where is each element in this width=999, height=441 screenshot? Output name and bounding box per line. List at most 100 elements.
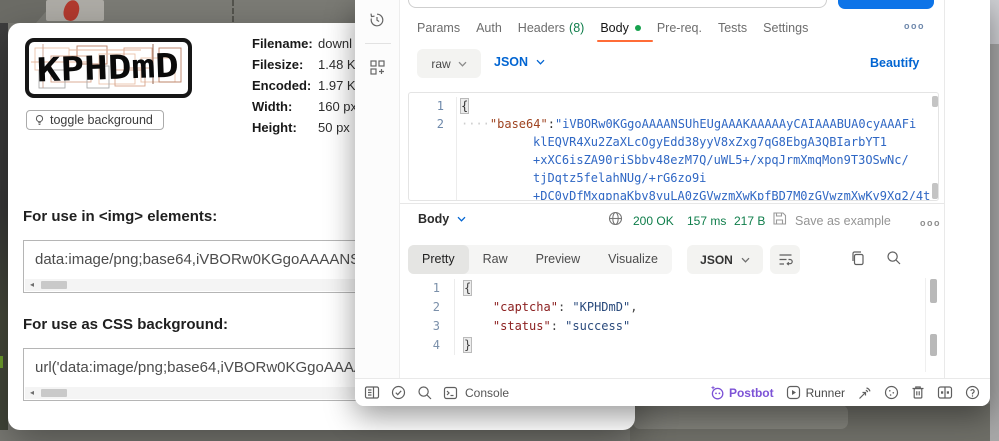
code-line: 1{	[409, 97, 938, 115]
json-key: "status"	[493, 319, 551, 333]
search-icon[interactable]	[886, 250, 901, 265]
new-grid-icon[interactable]	[369, 59, 386, 76]
response-pane-dropdown[interactable]: Body	[418, 212, 466, 226]
editor-scrollbar-thumb[interactable]	[932, 183, 938, 199]
response-scrollbar-thumb[interactable]	[930, 334, 937, 356]
meta-row: Filename:downl	[252, 36, 357, 50]
sidebar-toggle-icon[interactable]	[364, 385, 380, 400]
body-type-label: raw	[431, 57, 450, 71]
json-string: klEQVR4Xu2ZaXLcOgyEdd38yyV8xZxg7qG8EbgA3…	[533, 135, 887, 149]
line-number: 1	[409, 97, 457, 115]
body-format-dropdown[interactable]: JSON	[494, 55, 545, 69]
brace: {	[464, 281, 471, 295]
body-type-dropdown[interactable]: raw	[417, 49, 481, 78]
more-options-icon[interactable]: ooo	[904, 21, 925, 31]
backdrop-dashed-line	[232, 0, 234, 22]
chevron-down-icon	[536, 59, 545, 65]
chevron-down-icon	[741, 257, 750, 263]
right-gutter-divider	[944, 0, 945, 378]
view-tab-visualize[interactable]: Visualize	[594, 245, 672, 274]
response-status-badge[interactable]: 200 OK	[633, 214, 674, 228]
img-section-heading: For use in <img> elements:	[23, 208, 217, 225]
wrap-text-button[interactable]	[770, 245, 800, 274]
scrollbar-thumb[interactable]	[41, 389, 67, 397]
chevron-down-icon	[458, 61, 467, 67]
meta-value: downl	[318, 36, 352, 50]
response-more-options-icon[interactable]: ooo	[920, 218, 941, 228]
page-scrollbar[interactable]	[990, 0, 999, 441]
capture-requests-icon[interactable]	[857, 385, 872, 400]
response-format-dropdown[interactable]: JSON	[687, 245, 763, 274]
json-string: +DC0vDfMxgpnaKbv8yuLA0zGVwzmXwKpfBD7M0zG…	[533, 189, 930, 201]
meta-value: 160 px	[318, 99, 357, 113]
meta-value: 1.97 K	[318, 78, 356, 92]
cookies-icon[interactable]	[884, 385, 899, 400]
line-number	[409, 169, 457, 187]
send-button[interactable]	[838, 0, 934, 9]
page-scrollbar-thumb[interactable]	[990, 44, 999, 441]
meta-label: Filename:	[252, 36, 318, 50]
editor-scrollbar-thumb[interactable]	[932, 96, 938, 107]
response-time-badge[interactable]: 157 ms	[687, 214, 726, 228]
search-icon[interactable]	[417, 385, 432, 400]
save-as-example-button[interactable]: Save as example	[795, 214, 891, 228]
runner-label: Runner	[806, 386, 845, 400]
captcha-image: KPHDmD	[25, 38, 192, 98]
code-line-wrapped: tjDqtz5felahNUg/+rG6zo9i	[409, 169, 938, 187]
history-icon[interactable]	[368, 11, 386, 29]
tab-headers[interactable]: Headers(8)	[518, 21, 585, 35]
body-format-label: JSON	[494, 55, 528, 69]
meta-value: 1.48 K	[318, 57, 356, 71]
view-tab-pretty[interactable]: Pretty	[408, 245, 469, 274]
scroll-left-arrow-icon[interactable]: ◂	[25, 387, 39, 399]
code-line: 1{	[408, 279, 637, 298]
scroll-left-arrow-icon[interactable]: ◂	[25, 279, 39, 291]
code-line-wrapped: klEQVR4Xu2ZaXLcOgyEdd38yyV8xZxg7qG8EbgA3…	[409, 133, 938, 151]
response-pane-label: Body	[418, 212, 449, 226]
response-body-viewer[interactable]: 1{ 2 "captcha": "KPHDmD", 3 "status": "s…	[408, 279, 637, 355]
colon: :	[551, 319, 565, 333]
view-tab-preview[interactable]: Preview	[522, 245, 594, 274]
tab-params[interactable]: Params	[417, 21, 460, 35]
response-scrollbar-track[interactable]	[925, 278, 926, 372]
checks-icon[interactable]	[391, 385, 406, 400]
response-size-badge[interactable]: 217 B	[734, 214, 765, 228]
scrollbar-thumb[interactable]	[41, 281, 67, 289]
meta-label: Width:	[252, 99, 318, 113]
code-line: 3 "status": "success"	[408, 317, 637, 336]
response-scrollbar-thumb[interactable]	[930, 279, 937, 303]
trash-icon[interactable]	[911, 385, 925, 400]
tab-body[interactable]: Body	[600, 21, 641, 35]
postman-window: Params Auth Headers(8) Body Pre-req. Tes…	[355, 0, 990, 406]
line-number	[409, 187, 457, 201]
tab-tests[interactable]: Tests	[718, 21, 747, 35]
tab-auth[interactable]: Auth	[476, 21, 502, 35]
beautify-link[interactable]: Beautify	[870, 56, 919, 70]
tab-body-label: Body	[600, 21, 629, 35]
tab-pre-request[interactable]: Pre-req.	[657, 21, 702, 35]
console-icon[interactable]	[443, 386, 458, 400]
captcha-distortion-art: KPHDmD	[29, 42, 188, 94]
colon: :	[558, 300, 572, 314]
toggle-background-button[interactable]: toggle background	[26, 110, 164, 130]
runner-icon	[786, 385, 801, 400]
copy-icon[interactable]	[850, 250, 865, 266]
network-globe-icon	[608, 211, 623, 226]
runner-button[interactable]: Runner	[786, 385, 845, 400]
line-number: 1	[408, 279, 455, 298]
help-icon[interactable]	[965, 385, 980, 400]
code-line: 2 "captcha": "KPHDmD",	[408, 298, 637, 317]
postbot-button[interactable]: Postbot	[709, 385, 774, 400]
code-line-wrapped: +DC0vDfMxgpnaKbv8yuLA0zGVwzmXwKpfBD7M0zG…	[409, 187, 938, 201]
brace: }	[464, 338, 471, 352]
backdrop-left-strip	[0, 23, 8, 430]
split-panes-icon[interactable]	[937, 385, 953, 400]
view-tab-raw[interactable]: Raw	[469, 245, 522, 274]
request-url-input[interactable]	[408, 0, 827, 8]
tab-settings[interactable]: Settings	[763, 21, 808, 35]
request-body-editor[interactable]: 1{ 2····"base64":"iVBORw0KGgoAAAANSUhEUg…	[408, 92, 939, 201]
console-button[interactable]: Console	[465, 386, 509, 400]
line-number: 2	[408, 298, 455, 317]
json-value: "success"	[565, 319, 630, 333]
screen: KPHDmD toggle background Filename:downl …	[0, 0, 999, 441]
